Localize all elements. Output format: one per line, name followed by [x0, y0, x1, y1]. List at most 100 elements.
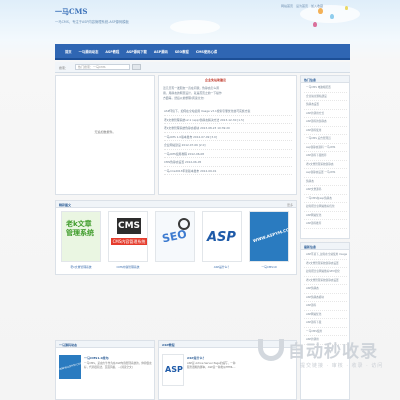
list-item[interactable]: ASP源码下载推荐: [304, 152, 347, 161]
search-button[interactable]: [132, 64, 141, 70]
news-thumb[interactable]: WWW.ASPYM.COM: [59, 355, 81, 379]
list-item[interactable]: 老k文章管理系统伪静态模块 2013-08-23 10:39:20: [164, 124, 292, 133]
list-item[interactable]: ASP源码的伪静态: [304, 118, 347, 127]
thumb-subtext: CMS内容管理系统: [111, 238, 147, 245]
list-item[interactable]: 老k文章管理系统v2.1 (app)伪静态解决方法 2013-12-30 [1.…: [164, 116, 292, 124]
nav-item-seo[interactable]: SEO教程: [175, 49, 189, 54]
list-item[interactable]: 一马CMS使用: [304, 328, 347, 336]
nav-item-cms-notes[interactable]: CMS使用心得: [196, 49, 217, 54]
thumb-text: ASP: [165, 365, 183, 374]
list-item[interactable]: 一马cms2013年新版本发布 2012-09-01: [164, 167, 292, 175]
list-item[interactable]: ASP环境下_如何在全站使用 Usage v3.1 搜索: [304, 251, 347, 260]
thumb-text: SEO: [160, 227, 188, 246]
right-hot-list: 一马CMS 电脑端配置 企业站主题站建设 伪静态设置 ASP的调用方式 ASP源…: [304, 84, 347, 229]
list-item[interactable]: 企业站主题站建设: [304, 93, 347, 101]
thumb-text: WWW.ASPYM.COM: [59, 361, 81, 372]
list-item[interactable]: 一马CMS使用教程 2012-06-08: [164, 150, 292, 158]
list-item[interactable]: 企业网站建设 2012-07-06 [2.0]: [164, 141, 292, 150]
gallery-thumb[interactable]: WWW.ASPYM.COM: [249, 211, 289, 262]
list-item[interactable]: ASP伪静态: [304, 285, 347, 294]
left-panel-empty: 无追加数据件。: [94, 130, 116, 134]
list-item[interactable]: ASP伪静态模块: [304, 294, 347, 302]
list-item[interactable]: 一马CMS 1.0版本发布 2012-07-09 [3.0]: [164, 133, 292, 141]
gallery-header: 精彩图文 更多: [56, 201, 296, 208]
top-link-set-home[interactable]: 设为首页: [296, 4, 308, 8]
top-link-favorite[interactable]: 加入收藏: [311, 4, 323, 8]
list-item[interactable]: 一马CMS 后台管理员: [304, 135, 347, 144]
magnifier-icon: [178, 218, 190, 230]
top-link-home[interactable]: 网站首页: [281, 4, 293, 8]
nav-item-download[interactable]: ASP源码下载: [126, 49, 147, 54]
list-item[interactable]: ASP环境下，如何在全站使用 Usage v3.1搜索引擎优化技巧实施方案: [164, 107, 292, 116]
gallery-thumb[interactable]: CMS CMS内容管理系统: [108, 211, 148, 262]
main-nav: 首页 一马源码动态 ASP教程 ASP源码下载 ASP源码 SEO教程 CMS使…: [55, 44, 350, 60]
news-header: 一马源码动态: [56, 341, 154, 348]
gallery-thumb[interactable]: 老k文章管理系统: [61, 211, 101, 262]
thumb-text: CMS: [117, 218, 141, 234]
list-item[interactable]: 伪静态设置: [304, 101, 347, 110]
search-input[interactable]: 热门搜索：一马CMS: [75, 64, 130, 70]
thumb-text: 老k文章管理系统: [66, 220, 94, 237]
nav-item-news[interactable]: 一马源码动态: [79, 49, 99, 54]
watermark-logo-icon: [258, 338, 284, 361]
gallery-panel: 精彩图文 更多 老k文章管理系统 老k文章管理系统 CMS CMS内容管理系统 …: [55, 200, 297, 275]
site-logo[interactable]: 一马CMS: [55, 7, 87, 17]
list-item[interactable]: ASP源码推荐: [304, 220, 347, 229]
site-slogan: 一马CMS，专注于ASP内容管理系统-ASP源码模板: [55, 20, 129, 24]
news-item-title[interactable]: 一马CMS1.0发布: [84, 356, 109, 360]
nav-item-home[interactable]: 首页: [65, 49, 72, 54]
watermark: 自动秒收录: [258, 337, 378, 362]
news-desc: 一马CMS，是由大牛作为在ASP内容管理系统的，体验很友好，代码很简洁，页面风格…: [84, 362, 152, 369]
list-item[interactable]: ASP网站优化: [304, 212, 347, 220]
list-item[interactable]: 一马CMS在asp伪静态: [304, 195, 347, 203]
list-item[interactable]: 如何把企业网站做好优化: [304, 203, 347, 212]
tutorial-thumb[interactable]: ASP: [162, 354, 184, 386]
left-panel: 无追加数据件。: [55, 75, 155, 195]
gallery-caption[interactable]: 老k文章管理系统: [61, 265, 101, 269]
search-label: 搜索：: [59, 65, 69, 70]
mid-panel: 企业免站助建议 近几天有一发朋友一直在问我，伪静态怎么调用，用静态的网页设计，就…: [158, 75, 297, 195]
list-item[interactable]: ASP文章源码: [304, 186, 347, 195]
watermark-subtitle: 提交链接 · 审核 · 收录 · 访问: [300, 363, 384, 369]
right-new-header: 最新信息: [301, 243, 349, 250]
nav-item-asp-source[interactable]: ASP源码: [154, 49, 168, 54]
news-title: 一马源码动态: [59, 342, 78, 347]
list-item[interactable]: asp伪静态源码 一马CMS: [304, 144, 347, 152]
gallery-thumb[interactable]: ASP: [202, 211, 242, 262]
list-item[interactable]: ASP源码: [304, 302, 347, 311]
list-item[interactable]: 老k文章管理系统伪静态: [304, 161, 347, 169]
list-item[interactable]: asp伪静态设置 一马CMS: [304, 169, 347, 178]
list-item[interactable]: 如何把企业网站做好SEO优化: [304, 268, 347, 277]
tutorial-desc: ASP是 Active Server Page的缩写，一种服务器端的脚本，ASP…: [187, 362, 236, 369]
gallery-caption[interactable]: ASP是什么？: [202, 265, 242, 269]
right-new-title: 最新信息: [304, 244, 317, 249]
gallery-caption[interactable]: 一马CMS19: [249, 265, 289, 269]
list-item[interactable]: 一马CMS 电脑端配置: [304, 84, 347, 93]
right-hot-header: 热门信息: [301, 76, 349, 83]
list-item[interactable]: ASP源码使用: [304, 127, 347, 135]
list-item[interactable]: 伪静态: [304, 178, 347, 186]
list-item[interactable]: 老k文章管理系统伪静态设置: [304, 277, 347, 285]
tutorial-item-title[interactable]: ASP是什么？: [187, 356, 206, 360]
gallery-caption[interactable]: CMS内容管理系统: [108, 265, 148, 269]
news-panel: 一马源码动态 WWW.ASPYM.COM 一马CMS1.0发布 一马CMS，是由…: [55, 340, 155, 400]
list-item[interactable]: ASP的调用方式: [304, 110, 347, 118]
list-item[interactable]: ASP网站优化: [304, 311, 347, 319]
list-item[interactable]: ASP源码下载: [304, 319, 347, 328]
right-hot-panel: 热门信息 一马CMS 电脑端配置 企业站主题站建设 伪静态设置 ASP的调用方式…: [300, 75, 350, 239]
gallery-title: 精彩图文: [59, 202, 72, 207]
gallery-more-link[interactable]: 更多: [287, 203, 293, 207]
gallery-thumb[interactable]: SEO: [155, 211, 195, 262]
right-new-list: ASP环境下_如何在全站使用 Usage v3.1 搜索 老k文章管理系统伪静态…: [304, 251, 347, 345]
nav-item-asp-tutorial[interactable]: ASP教程: [105, 49, 119, 54]
list-item[interactable]: CMS伪静态设置 2012-06-05: [164, 158, 292, 167]
mid-list: ASP环境下，如何在全站使用 Usage v3.1搜索引擎优化技巧实施方案 老k…: [164, 107, 292, 175]
right-hot-title: 热门信息: [304, 77, 317, 82]
list-item[interactable]: 老k文章管理系统伪静态设置: [304, 260, 347, 268]
mid-panel-header: 企业免站助建议: [159, 76, 296, 83]
right-new-panel: 最新信息 ASP环境下_如何在全站使用 Usage v3.1 搜索 老k文章管理…: [300, 242, 350, 400]
thumb-text: WWW.ASPYM.COM: [252, 225, 289, 244]
mid-panel-title[interactable]: 企业免站助建议: [205, 78, 226, 82]
mid-intro: 近几天有一发朋友一直在问我，伪静态怎么调用，用静态的网页设计，就是首页之前一下操…: [163, 86, 222, 100]
top-links: 网站首页 设为首页 加入收藏: [281, 4, 323, 8]
